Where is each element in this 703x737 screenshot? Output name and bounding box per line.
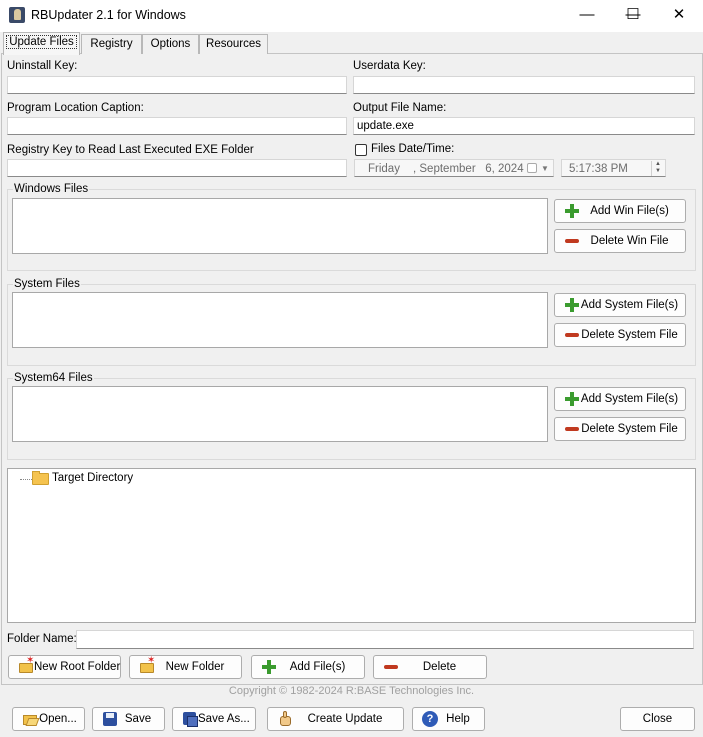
window-title: RBUpdater 2.1 for Windows — [31, 8, 186, 22]
delete-folder-button[interactable]: Delete — [373, 655, 487, 679]
system-files-list[interactable] — [12, 292, 548, 348]
delete-system-file-button[interactable]: Delete System File — [554, 323, 686, 347]
button-label: New Folder — [165, 661, 225, 673]
minimize-button[interactable]: — — [564, 0, 610, 32]
save-as-icon — [182, 711, 198, 727]
button-label: Delete System File — [581, 329, 678, 341]
files-date-time-checkbox[interactable] — [355, 144, 367, 156]
plus-icon — [564, 297, 580, 313]
add-win-files-button[interactable]: Add Win File(s) — [554, 199, 686, 223]
time-spinner[interactable]: ▲ ▼ — [651, 161, 664, 176]
hand-icon — [277, 711, 293, 727]
tab-registry[interactable]: Registry — [81, 34, 142, 54]
windows-files-title: Windows Files — [13, 183, 90, 195]
tab-resources[interactable]: Resources — [199, 34, 268, 54]
userdata-key-input[interactable] — [353, 76, 695, 94]
plus-icon — [564, 203, 580, 219]
minus-icon — [564, 233, 580, 249]
system-files-title: System Files — [13, 278, 81, 290]
tab-options[interactable]: Options — [142, 34, 199, 54]
chevron-down-icon: ▼ — [541, 164, 549, 173]
button-label: Add Win File(s) — [590, 205, 669, 217]
program-location-label: Program Location Caption: — [7, 102, 144, 114]
time-value: 5:17:38 PM — [569, 163, 628, 175]
help-icon — [422, 711, 438, 727]
date-checkbox-icon — [527, 163, 537, 173]
new-folder-button[interactable]: New Folder — [129, 655, 242, 679]
tree-item-target-directory[interactable]: Target Directory — [52, 472, 133, 484]
open-folder-icon — [22, 711, 38, 727]
button-label: Open... — [39, 713, 77, 725]
folder-icon — [32, 471, 49, 485]
new-folder-icon — [18, 655, 34, 675]
save-as-button[interactable]: Save As... — [172, 707, 256, 731]
folder-name-input[interactable] — [76, 630, 694, 649]
delete-system64-file-button[interactable]: Delete System File — [554, 417, 686, 441]
maximize-button[interactable]: ☐ — [610, 0, 656, 32]
button-label: Save As... — [198, 713, 250, 725]
save-icon — [102, 711, 118, 727]
new-folder-icon — [139, 655, 155, 675]
registry-key-label: Registry Key to Read Last Executed EXE F… — [7, 144, 254, 156]
add-system64-files-button[interactable]: Add System File(s) — [554, 387, 686, 411]
minimize-icon: — — [579, 6, 595, 23]
button-label: New Root Folder — [34, 661, 121, 673]
app-icon — [9, 7, 25, 23]
close-dialog-button[interactable]: Close — [620, 707, 695, 731]
open-button[interactable]: Open... — [12, 707, 85, 731]
minus-icon — [564, 327, 580, 343]
system64-files-list[interactable] — [12, 386, 548, 442]
button-label: Add System File(s) — [580, 393, 679, 405]
add-files-button[interactable]: Add File(s) — [251, 655, 365, 679]
time-picker[interactable]: 5:17:38 PM ▲ ▼ — [561, 159, 666, 177]
system64-files-title: System64 Files — [13, 372, 94, 384]
maximize-icon: ☐ — [626, 6, 640, 23]
uninstall-key-input[interactable] — [7, 76, 347, 94]
copyright-text: Copyright © 1982-2024 R:BASE Technologie… — [228, 685, 475, 697]
help-button[interactable]: Help — [412, 707, 485, 731]
add-system-files-button[interactable]: Add System File(s) — [554, 293, 686, 317]
create-update-button[interactable]: Create Update — [267, 707, 404, 731]
plus-icon — [261, 659, 277, 675]
button-label: Delete Win File — [590, 235, 669, 247]
folder-name-label: Folder Name: — [7, 633, 77, 645]
windows-files-list[interactable] — [12, 198, 548, 254]
date-day: Friday — [368, 163, 400, 175]
minus-icon — [564, 421, 580, 437]
output-file-label: Output File Name: — [353, 102, 447, 114]
plus-icon — [564, 391, 580, 407]
date-value: , September 6, 2024 — [413, 163, 524, 175]
delete-win-file-button[interactable]: Delete Win File — [554, 229, 686, 253]
target-directory-tree[interactable]: Target Directory — [7, 468, 696, 623]
button-label: Delete System File — [581, 423, 678, 435]
uninstall-key-label: Uninstall Key: — [7, 60, 78, 72]
program-location-input[interactable] — [7, 117, 347, 135]
output-file-input[interactable]: update.exe — [353, 117, 695, 135]
button-label: Close — [642, 713, 673, 725]
button-label: Add File(s) — [289, 661, 346, 673]
save-button[interactable]: Save — [92, 707, 165, 731]
button-label: Help — [446, 713, 470, 725]
close-button[interactable]: ✕ — [656, 0, 702, 32]
minus-icon — [383, 659, 399, 675]
close-icon: ✕ — [672, 6, 686, 23]
new-root-folder-button[interactable]: New Root Folder — [8, 655, 121, 679]
date-picker[interactable]: Friday , September 6, 2024 ▼ — [354, 159, 554, 177]
button-label: Delete — [422, 661, 457, 673]
userdata-key-label: Userdata Key: — [353, 60, 426, 72]
files-date-time-label: Files Date/Time: — [371, 143, 455, 155]
button-label: Create Update — [307, 713, 383, 725]
button-label: Save — [124, 713, 152, 725]
button-label: Add System File(s) — [580, 299, 679, 311]
registry-key-input[interactable] — [7, 159, 347, 177]
tab-update-files[interactable]: Update Files — [3, 32, 80, 55]
tab-label: Update Files — [6, 35, 77, 49]
